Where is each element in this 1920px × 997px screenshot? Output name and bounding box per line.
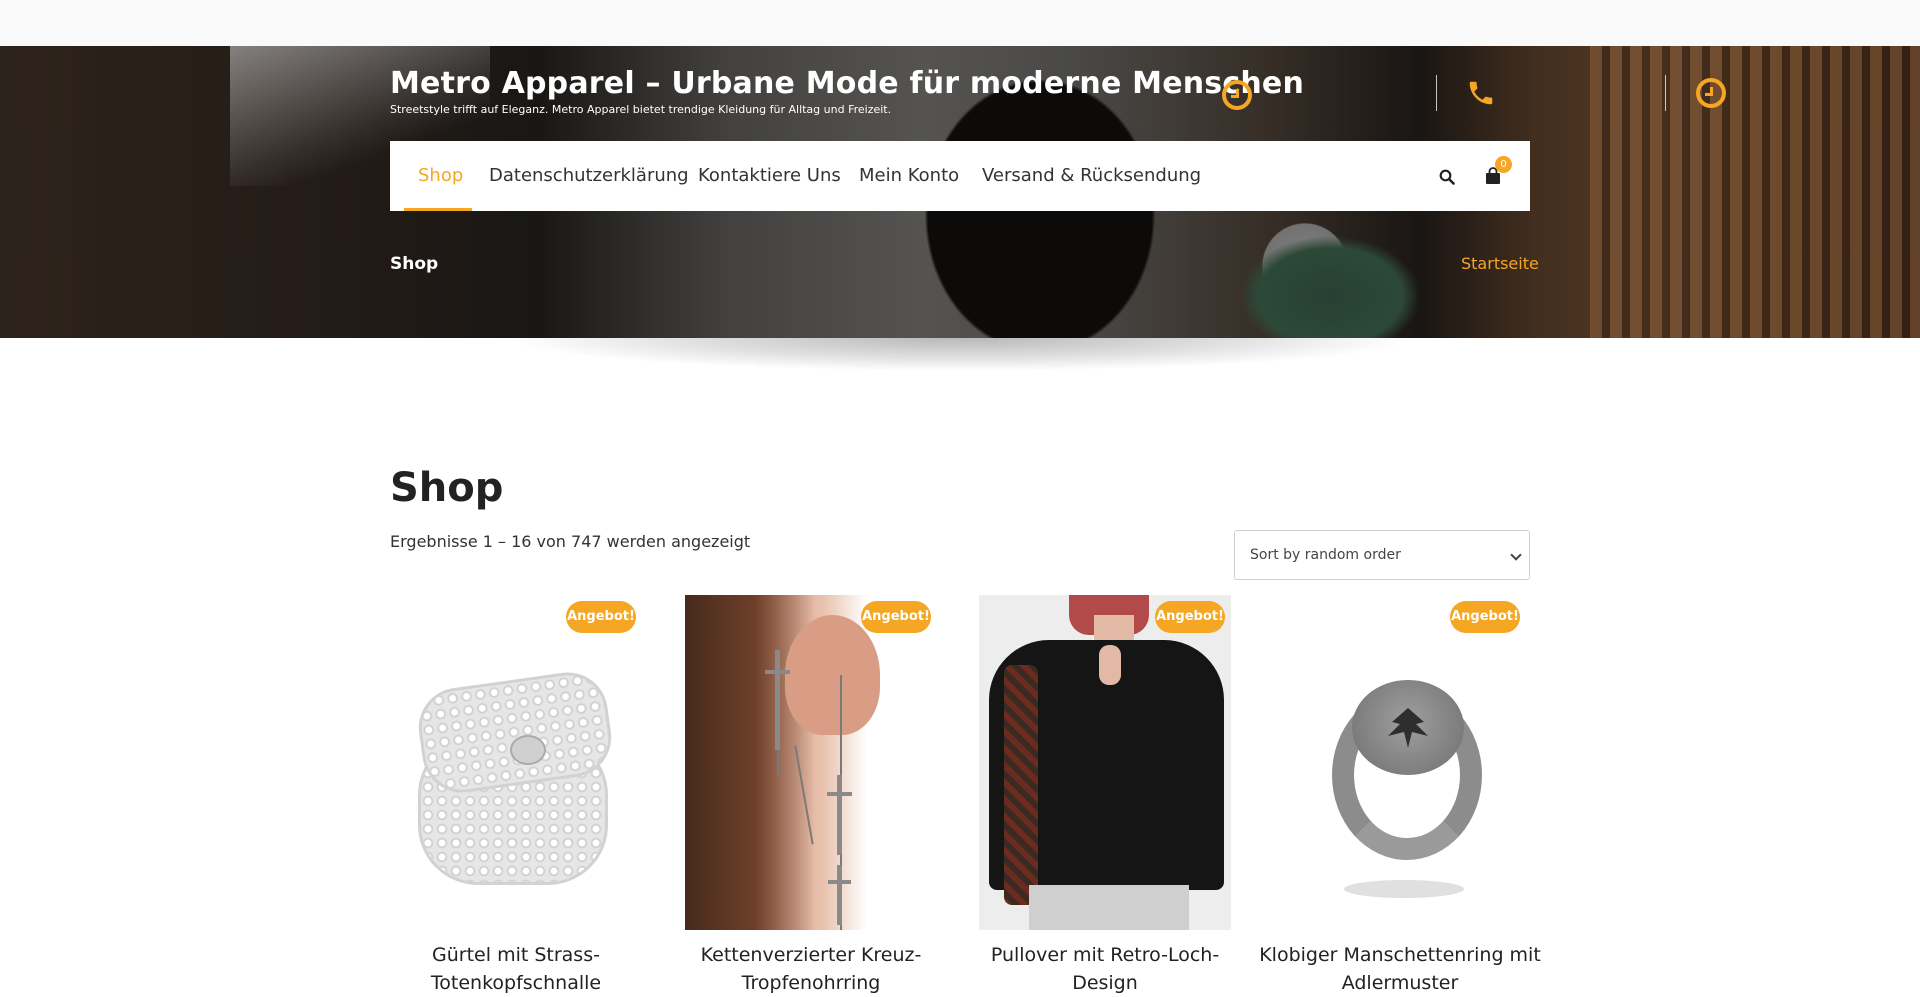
hero-background-blinds <box>1590 46 1920 338</box>
main-navigation: Shop Datenschutzerklärung Kontaktiere Un… <box>390 141 1530 211</box>
sort-select[interactable]: Sort by random order <box>1234 530 1530 580</box>
nav-item-shop[interactable]: Shop <box>418 141 463 211</box>
result-count: Ergebnisse 1 – 16 von 747 werden angezei… <box>390 532 751 551</box>
sale-badge: Angebot! <box>1155 601 1225 633</box>
site-title[interactable]: Metro Apparel – Urbane Mode für moderne … <box>390 66 1304 101</box>
nav-item-versand[interactable]: Versand & Rücksendung <box>982 141 1201 211</box>
header-divider <box>1665 75 1666 111</box>
top-bar <box>0 0 1920 46</box>
backpack-strap-detail <box>1004 665 1038 905</box>
breadcrumb-home-link[interactable]: Startseite <box>1461 254 1539 273</box>
trousers-detail <box>1029 885 1189 930</box>
page-title: Shop <box>390 465 504 511</box>
search-icon[interactable] <box>1439 169 1455 185</box>
sale-badge: Angebot! <box>566 601 636 633</box>
clock-icon <box>1696 78 1726 108</box>
cross-icon <box>775 650 780 750</box>
product-title[interactable]: Kettenverzierter Kreuz-Tropfenohrring <box>665 941 957 997</box>
eagle-icon <box>1382 700 1434 755</box>
cart-count-badge: 0 <box>1495 156 1512 173</box>
hero-shadow <box>380 338 1540 382</box>
product-image[interactable] <box>390 595 642 930</box>
cross-icon <box>828 880 851 884</box>
nav-item-datenschutz[interactable]: Datenschutzerklärung <box>489 141 689 211</box>
ring-shadow <box>1344 880 1464 898</box>
skull-buckle-icon <box>510 735 546 765</box>
sale-badge: Angebot! <box>861 601 931 633</box>
ear-detail <box>785 615 880 735</box>
cross-icon <box>827 792 852 796</box>
breadcrumb-current: Shop <box>390 254 439 274</box>
sort-select-value: Sort by random order <box>1250 547 1401 563</box>
phone-icon <box>1466 78 1496 108</box>
site-tagline: Streetstyle trifft auf Eleganz. Metro Ap… <box>390 103 892 116</box>
header-divider <box>1436 75 1437 111</box>
product-title[interactable]: Gürtel mit Strass-Totenkopfschnalle <box>370 941 662 997</box>
nav-item-kontakt[interactable]: Kontaktiere Uns <box>698 141 841 211</box>
cross-icon <box>837 775 842 855</box>
nav-active-indicator <box>404 208 472 211</box>
nav-item-mein-konto[interactable]: Mein Konto <box>859 141 959 211</box>
product-title[interactable]: Klobiger Manschettenring mit Adlermuster <box>1254 941 1546 997</box>
product-image[interactable] <box>685 595 937 930</box>
clock-icon <box>1222 80 1252 110</box>
sale-badge: Angebot! <box>1450 601 1520 633</box>
product-title[interactable]: Pullover mit Retro-Loch-Design <box>959 941 1251 997</box>
cross-icon <box>765 670 790 674</box>
hand-detail <box>1099 645 1121 685</box>
cross-icon <box>837 865 842 925</box>
product-image[interactable] <box>1274 595 1526 930</box>
product-image[interactable] <box>979 595 1231 930</box>
